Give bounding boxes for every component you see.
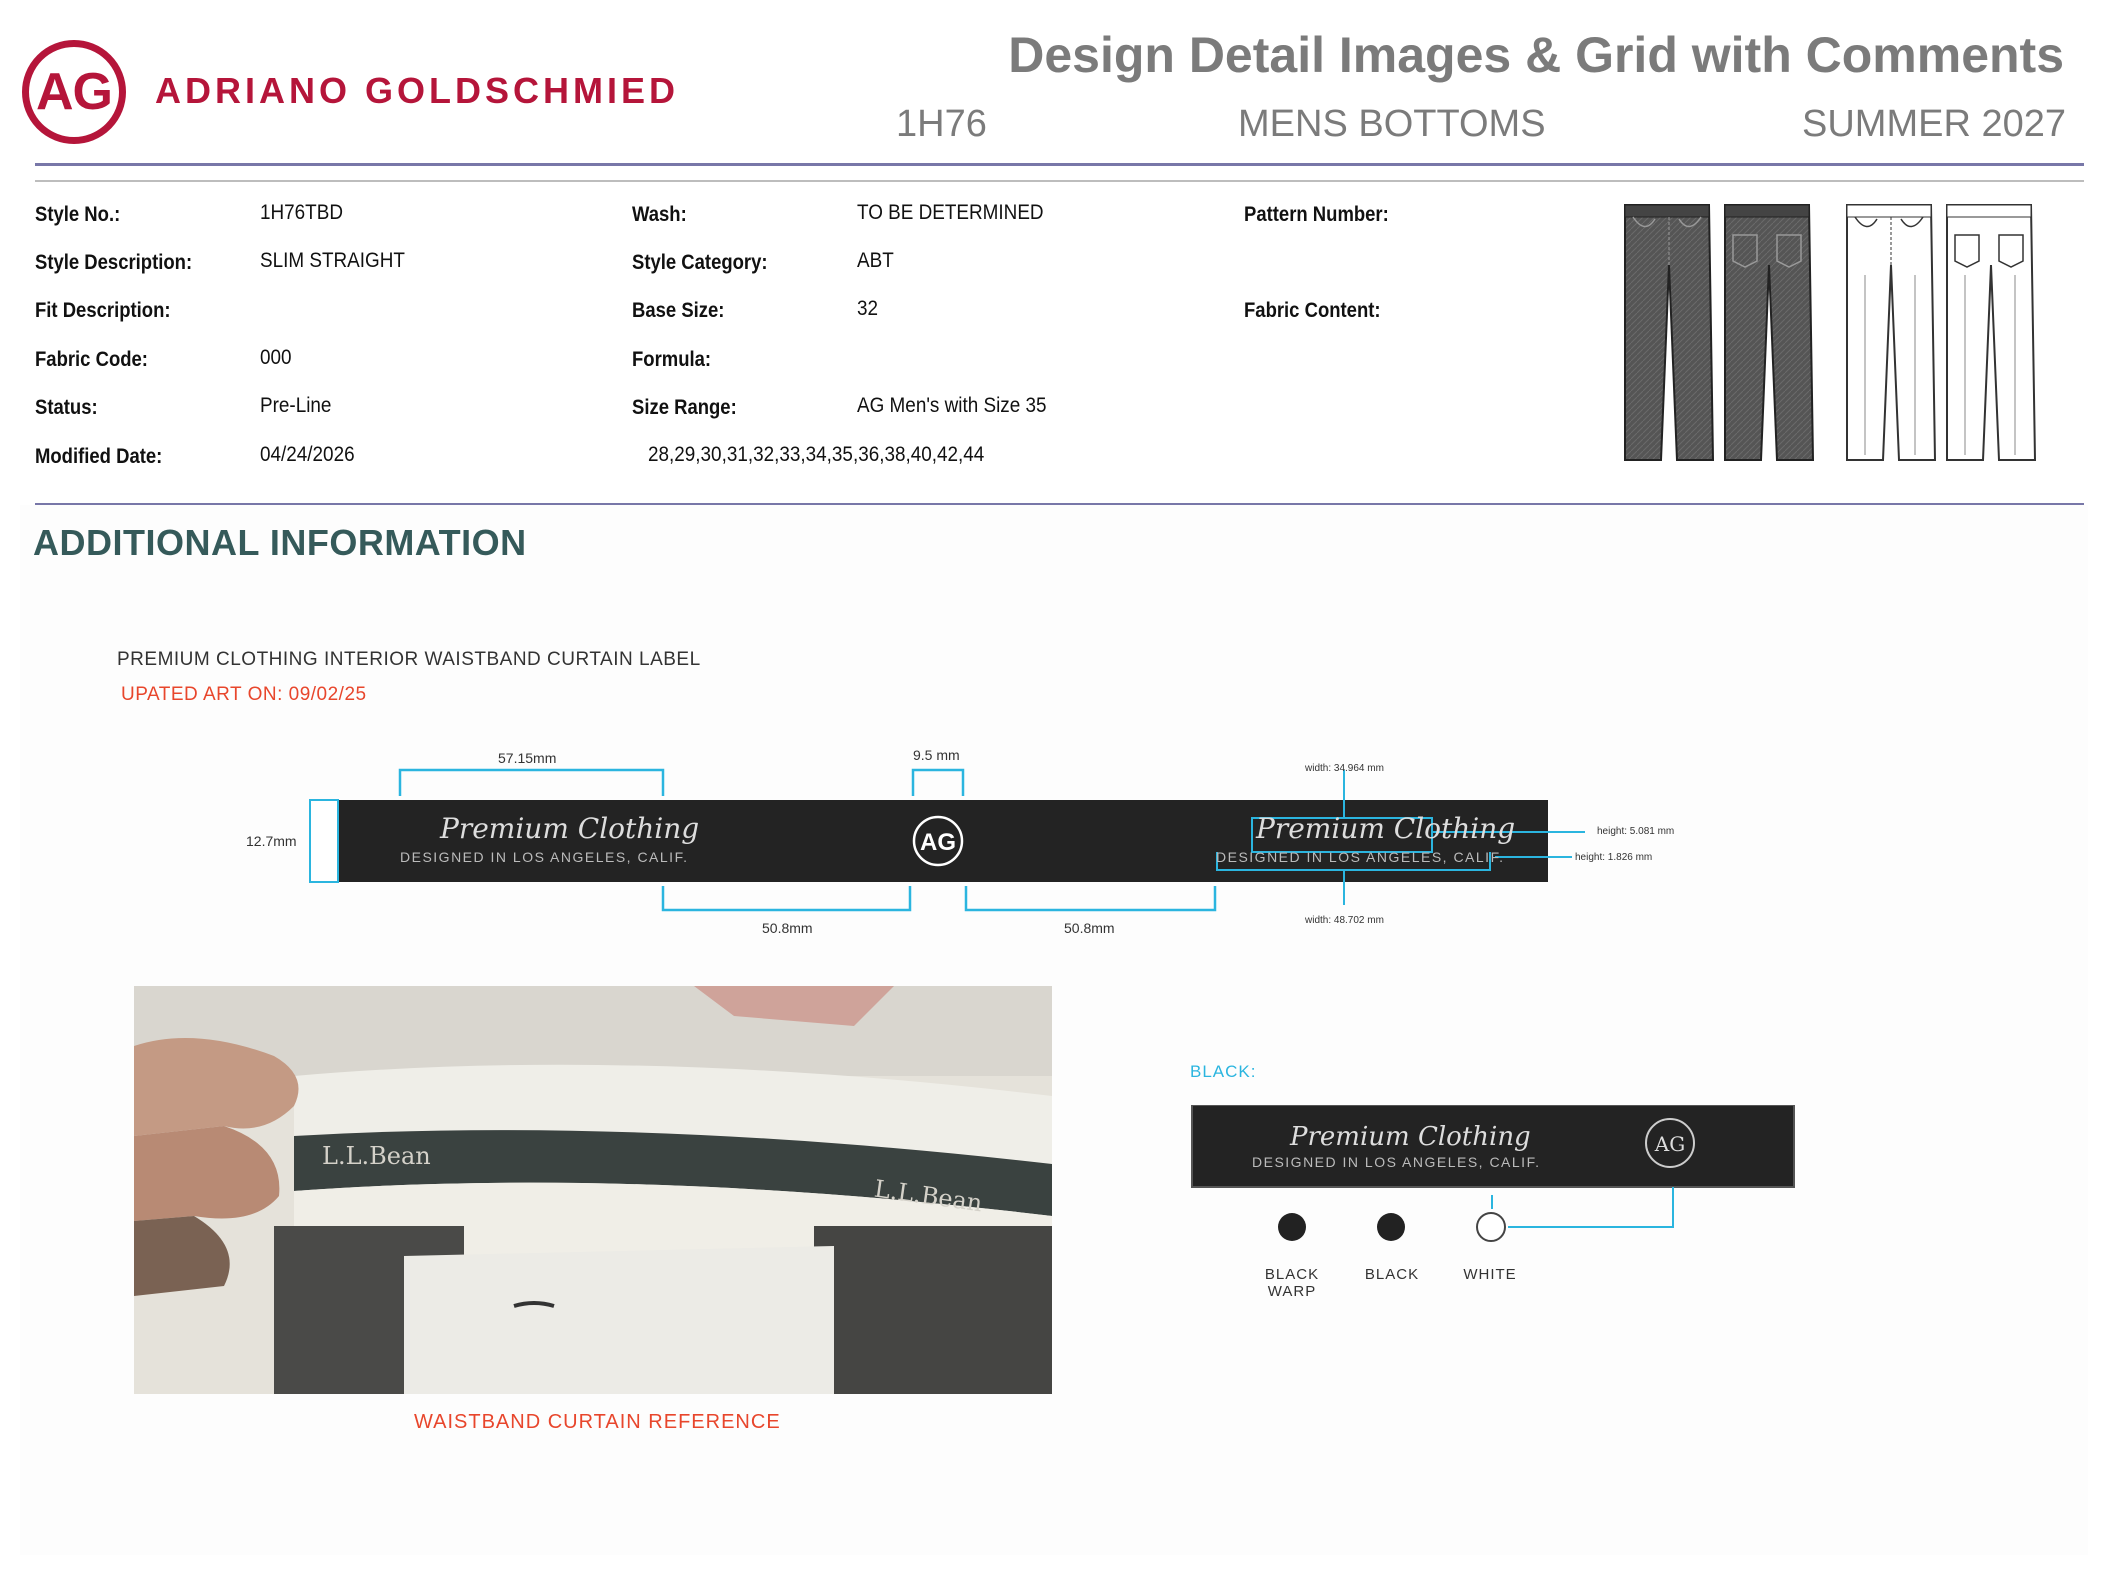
dim-width-bottom: width: 48.702 mm (1305, 915, 1384, 926)
pant-front-dark (1624, 204, 1715, 461)
style-category-label: Style Category: (632, 251, 768, 274)
swatch-label-black: BLACK (1364, 1266, 1420, 1283)
brand-logo: AG (22, 40, 126, 144)
header-divider-thin (35, 180, 2084, 182)
style-category-value: ABT (857, 249, 894, 272)
photo-brand-left: L.L.Bean (322, 1142, 431, 1170)
svg-text:AG: AG (1654, 1132, 1685, 1156)
waistband-reference-photo: L.L.Bean L.L.Bean (134, 986, 1052, 1394)
status-label: Status: (35, 396, 98, 419)
base-size-value: 32 (857, 297, 879, 320)
dim-left-spacing: 57.15mm (498, 750, 557, 766)
swatch-label-white: WHITE (1463, 1266, 1517, 1283)
modified-date-label: Modified Date: (35, 445, 163, 468)
label-sub-right: DESIGNED IN LOS ANGELES, CALIF. (1216, 849, 1505, 865)
product-category: MENS BOTTOMS (1238, 103, 1546, 145)
fabric-code-label: Fabric Code: (35, 348, 148, 371)
document-title: Design Detail Images & Grid with Comment… (1008, 27, 2064, 83)
style-code: 1H76 (896, 103, 987, 145)
size-range-value: AG Men's with Size 35 (857, 394, 1047, 417)
label-updated-note: UPATED ART ON: 09/02/25 (121, 684, 367, 705)
dim-height-sub: height: 1.826 mm (1575, 852, 1653, 863)
garment-flat-sketches (1624, 204, 2037, 461)
wash-label: Wash: (632, 203, 687, 226)
black-label-sub: DESIGNED IN LOS ANGELES, CALIF. (1252, 1154, 1541, 1170)
pattern-number-label: Pattern Number: (1244, 203, 1389, 226)
label-spec-title: PREMIUM CLOTHING INTERIOR WAISTBAND CURT… (117, 649, 701, 670)
formula-label: Formula: (632, 348, 712, 371)
label-script-left: Premium Clothing (440, 812, 700, 845)
label-logo-text: AG (920, 829, 956, 856)
header-divider (35, 163, 2084, 166)
style-no-label: Style No.: (35, 203, 121, 226)
dim-logo-gap: 9.5 mm (913, 747, 960, 763)
base-size-label: Base Size: (632, 299, 725, 322)
status-value: Pre-Line (260, 394, 332, 417)
logo-text: AG (36, 63, 113, 121)
style-description-value: SLIM STRAIGHT (260, 249, 405, 272)
black-label-script: Premium Clothing (1290, 1122, 1531, 1152)
label-script-right: Premium Clothing (1256, 812, 1516, 845)
pant-front-white (1846, 204, 1937, 461)
style-description-label: Style Description: (35, 251, 193, 274)
swatch-label-black-warp: BLACK WARP (1264, 1266, 1320, 1300)
modified-date-value: 04/24/2026 (260, 443, 355, 466)
size-range-label: Size Range: (632, 396, 737, 419)
style-no-value: 1H76TBD (260, 201, 343, 224)
photo-caption: WAISTBAND CURTAIN REFERENCE (414, 1411, 781, 1433)
pant-back-white (1946, 204, 2037, 461)
dim-height: 12.7mm (246, 833, 297, 849)
label-sub-left: DESIGNED IN LOS ANGELES, CALIF. (400, 849, 689, 865)
pant-back-dark (1724, 204, 1815, 461)
wash-value: TO BE DETERMINED (857, 201, 1044, 224)
size-list: 28,29,30,31,32,33,34,35,36,38,40,42,44 (648, 443, 985, 466)
dim-width-top: width: 34.964 mm (1305, 763, 1384, 774)
dim-left-bottom: 50.8mm (762, 920, 813, 936)
fit-description-label: Fit Description: (35, 299, 171, 322)
dim-right-bottom: 50.8mm (1064, 920, 1115, 936)
section-title: ADDITIONAL INFORMATION (33, 522, 527, 563)
fabric-content-label: Fabric Content: (1244, 299, 1381, 322)
black-variant-title: BLACK: (1190, 1062, 1257, 1081)
fabric-code-value: 000 (260, 346, 292, 369)
brand-name: ADRIANO GOLDSCHMIED (155, 70, 679, 111)
season: SUMMER 2027 (1802, 103, 2066, 145)
dim-height-script: height: 5.081 mm (1597, 826, 1675, 837)
